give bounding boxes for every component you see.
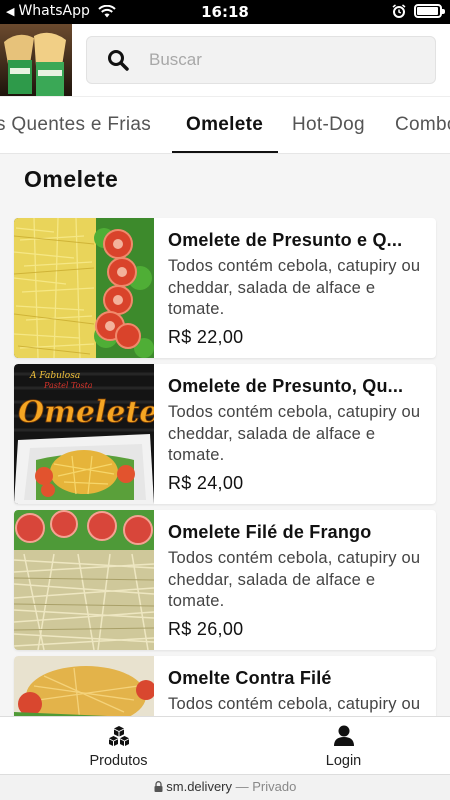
image-headline-text: Omelete (18, 395, 154, 430)
url-domain: sm.delivery (166, 779, 233, 794)
browser-url-bar[interactable]: sm.delivery — Privado (0, 774, 450, 800)
tab-combo[interactable]: Combo (395, 97, 450, 153)
nav-produtos[interactable]: Produtos (6, 723, 231, 769)
nav-login-label: Login (325, 753, 362, 769)
product-price: R$ 26,00 (168, 618, 244, 639)
product-description: Todos contém cebola, catupiry ou cheddar… (168, 549, 421, 610)
clock: 16:18 (201, 3, 249, 21)
search-bar[interactable] (86, 36, 436, 84)
product-card[interactable]: Omelete de Presunto e Q... Todos contém … (14, 218, 436, 358)
active-tab-indicator (172, 151, 278, 153)
nav-produtos-label: Produtos (89, 753, 148, 769)
image-brand-sub-text: Pastel Tosta (43, 381, 93, 390)
search-icon[interactable] (87, 49, 149, 71)
product-image (14, 510, 154, 650)
url-privacy-label: — Privado (235, 779, 297, 794)
product-card[interactable]: Omelete Filé de Frango Todos contém cebo… (14, 510, 436, 650)
bottom-navigation: Produtos Login (0, 716, 450, 774)
product-description: Todos contém cebola, catupiry ou cheddar… (168, 403, 421, 464)
product-name: Omelete de Presunto e Q... (168, 230, 403, 250)
image-brand-text: A Fabulosa (29, 371, 80, 381)
user-icon (333, 725, 354, 746)
product-image (14, 218, 154, 358)
section-title: Omelete (24, 166, 119, 192)
product-image: A Fabulosa Pastel Tosta Omelete (14, 364, 154, 504)
product-list: Omelete de Presunto e Q... Todos contém … (14, 218, 436, 800)
store-logo[interactable] (0, 24, 72, 96)
product-description: Todos contém cebola, catupiry ou cheddar… (168, 257, 421, 318)
tab-omelete[interactable]: Omelete (186, 97, 263, 153)
cubes-icon (108, 726, 129, 746)
tab-hot-dog[interactable]: Hot-Dog (292, 97, 365, 153)
tab-bebidas[interactable]: s Quentes e Frias (0, 97, 151, 153)
alarm-icon (392, 4, 406, 18)
product-price: R$ 22,00 (168, 326, 244, 347)
status-bar: ◀ WhatsApp 16:18 (0, 0, 450, 24)
search-input[interactable] (149, 50, 399, 70)
battery-level (417, 7, 438, 15)
lock-icon (154, 781, 163, 792)
nav-login[interactable]: Login (231, 723, 450, 769)
product-card[interactable]: A Fabulosa Pastel Tosta Omelete Omelete … (14, 364, 436, 504)
battery-icon (414, 4, 445, 18)
category-tabs: s Quentes e Frias Omelete Hot-Dog Combo (0, 96, 450, 154)
header (0, 24, 450, 96)
product-name: Omelte Contra Filé (168, 668, 332, 688)
product-name: Omelete Filé de Frango (168, 522, 372, 542)
product-name: Omelete de Presunto, Qu... (168, 376, 404, 396)
product-price: R$ 24,00 (168, 472, 244, 493)
